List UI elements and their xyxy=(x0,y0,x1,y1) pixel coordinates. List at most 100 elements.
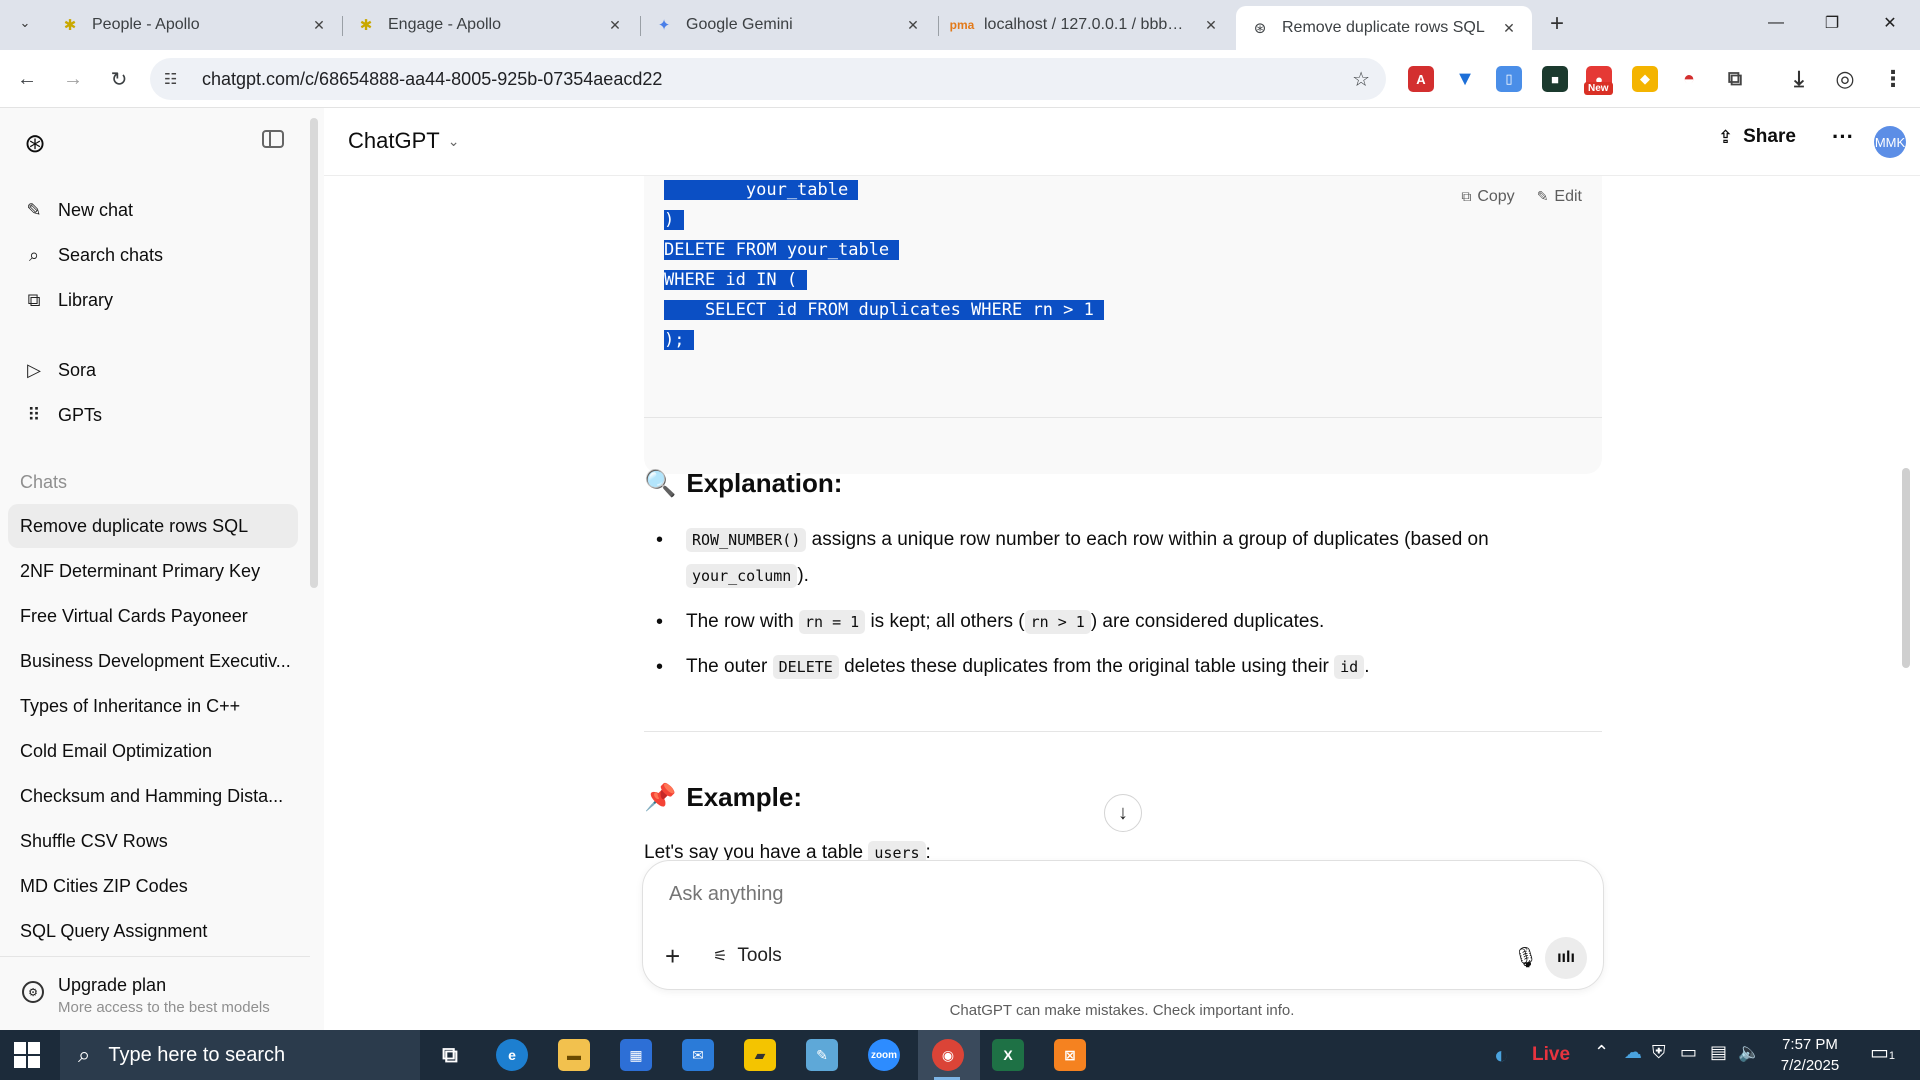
avatar[interactable]: MMK xyxy=(1874,126,1906,158)
chat-item[interactable]: Remove duplicate rows SQL xyxy=(8,504,298,548)
close-icon[interactable]: ✕ xyxy=(904,16,922,34)
zoom-icon[interactable]: zoom xyxy=(868,1039,900,1071)
chat-item[interactable]: Types of Inheritance in C++ xyxy=(8,684,298,728)
code-text: DELETE FROM your_table xyxy=(664,240,900,260)
chat-item[interactable]: Cold Email Optimization xyxy=(8,729,298,773)
windows-start-icon[interactable] xyxy=(14,1042,40,1068)
tools-button[interactable]: ⚟ Tools xyxy=(713,945,782,967)
address-bar[interactable]: ☷ chatgpt.com/c/68654888-aa44-8005-925b-… xyxy=(150,58,1386,100)
sidebar-item-library[interactable]: ⧉ Library xyxy=(8,278,298,322)
volume-icon[interactable]: 🔈 xyxy=(1738,1042,1760,1063)
security-icon[interactable]: ⛨ xyxy=(1652,1042,1666,1063)
sidebar-item-sora[interactable]: ▷ Sora xyxy=(8,348,298,392)
sidebar-item-gpts[interactable]: ⠿ GPTs xyxy=(8,393,298,437)
code-line[interactable]: DELETE FROM your_table xyxy=(664,236,900,264)
weather-icon[interactable]: ◐ xyxy=(1494,1042,1509,1070)
folder-extension-icon[interactable]: ■ xyxy=(1542,66,1568,92)
more-options-icon[interactable]: ··· xyxy=(1832,124,1854,150)
code-actions: ⧉ Copy ✎ Edit xyxy=(1461,188,1582,206)
prompt-input[interactable] xyxy=(669,883,1529,906)
tab-people-apollo[interactable]: ✱ People - Apollo ✕ xyxy=(46,6,342,44)
apollo-icon: ✱ xyxy=(359,17,373,34)
task-view-icon[interactable]: ⧉ xyxy=(434,1039,466,1071)
site-info-icon[interactable]: ☷ xyxy=(164,70,186,88)
tab-remove-duplicate-rows[interactable]: ⊛ Remove duplicate rows SQL ✕ xyxy=(1236,6,1532,50)
chat-item[interactable]: Shuffle CSV Rows xyxy=(8,819,298,863)
tab-google-gemini[interactable]: ✦ Google Gemini ✕ xyxy=(640,6,936,44)
xampp-icon[interactable]: ⊠ xyxy=(1054,1039,1086,1071)
edit-button[interactable]: ✎ Edit xyxy=(1537,188,1582,206)
back-button[interactable]: ← xyxy=(12,64,42,94)
openai-logo-icon[interactable]: ⊛ xyxy=(20,128,50,158)
code-line[interactable]: your_table xyxy=(664,176,859,204)
notifications-icon[interactable]: ▭1 xyxy=(1870,1040,1895,1065)
profile-icon[interactable]: ◎ xyxy=(1832,66,1858,92)
tab-engage-apollo[interactable]: ✱ Engage - Apollo ✕ xyxy=(342,6,638,44)
chat-item[interactable]: 2NF Determinant Primary Key xyxy=(8,549,298,593)
voice-mode-button[interactable]: ıılı xyxy=(1545,937,1587,979)
store-icon[interactable]: ▦ xyxy=(620,1039,652,1071)
sidebar-item-label: Library xyxy=(58,289,114,310)
microphone-icon[interactable]: 🎙 xyxy=(1513,945,1538,970)
chat-item[interactable]: MD Cities ZIP Codes xyxy=(8,864,298,908)
file-explorer-icon[interactable]: ▬ xyxy=(558,1039,590,1071)
new-tab-button[interactable]: + xyxy=(1543,10,1571,38)
main-scrollbar[interactable] xyxy=(1902,468,1910,668)
battery-icon[interactable]: ▭ xyxy=(1680,1042,1697,1063)
browser-menu-icon[interactable]: ⋮ xyxy=(1880,66,1906,92)
chat-item[interactable]: Checksum and Hamming Dista... xyxy=(8,774,298,818)
taskbar-search[interactable]: ⌕ Type here to search xyxy=(60,1030,420,1080)
shield-extension-icon[interactable]: ▼ xyxy=(1452,66,1478,92)
close-icon[interactable]: ✕ xyxy=(606,16,624,34)
code-line[interactable]: ); xyxy=(664,326,695,354)
reload-button[interactable]: ↻ xyxy=(104,64,134,94)
inline-code: ROW_NUMBER() xyxy=(686,528,807,552)
excel-icon[interactable]: X xyxy=(992,1039,1024,1071)
mail-icon[interactable]: ✉ xyxy=(682,1039,714,1071)
sidebar-item-search-chats[interactable]: ⌕ Search chats xyxy=(8,233,298,277)
tab-localhost[interactable]: pma localhost / 127.0.0.1 / bbb_data ✕ xyxy=(938,6,1234,44)
docs-extension-icon[interactable]: ▯ xyxy=(1496,66,1522,92)
chat-item[interactable]: Business Development Executiv... xyxy=(8,639,298,683)
pdf-extension-icon[interactable]: A xyxy=(1408,66,1434,92)
live-label[interactable]: Live xyxy=(1532,1044,1570,1066)
download-icon[interactable]: ⤓ xyxy=(1786,66,1812,92)
tab-search-button[interactable]: ⌄ xyxy=(12,10,38,36)
sidebar-item-new-chat[interactable]: ✎ New chat xyxy=(8,188,298,232)
close-icon[interactable]: ✕ xyxy=(310,16,328,34)
pokeball-extension-icon[interactable]: ◓ xyxy=(1676,66,1702,92)
network-icon[interactable]: ▤ xyxy=(1710,1042,1727,1063)
restore-button[interactable]: ❐ xyxy=(1812,8,1852,38)
plus-icon[interactable]: + xyxy=(665,941,680,972)
code-text: your_table xyxy=(664,180,859,200)
coupon-extension-icon[interactable]: ◆ xyxy=(1632,66,1658,92)
sidebar-scrollbar[interactable] xyxy=(310,118,318,588)
list-text: deletes these duplicates from the origin… xyxy=(838,656,1335,677)
chat-item[interactable]: SQL Query Assignment xyxy=(8,909,298,953)
sticky-notes-icon[interactable]: ▰ xyxy=(744,1039,776,1071)
upgrade-plan-button[interactable]: ⚙ Upgrade plan More access to the best m… xyxy=(0,956,310,1030)
minimize-button[interactable]: — xyxy=(1756,8,1796,38)
chat-item[interactable]: Free Virtual Cards Payoneer xyxy=(8,594,298,638)
notepad-icon[interactable]: ✎ xyxy=(806,1039,838,1071)
scroll-down-button[interactable]: ↓ xyxy=(1104,794,1142,832)
code-line[interactable]: SELECT id FROM duplicates WHERE rn > 1 xyxy=(664,296,1104,324)
chevron-up-icon[interactable]: ⌃ xyxy=(1594,1042,1609,1063)
bookmark-star-icon[interactable]: ☆ xyxy=(1352,67,1370,92)
list-text: ). xyxy=(797,565,809,586)
extensions-puzzle-icon[interactable]: ⧉ xyxy=(1722,66,1748,92)
window-close-button[interactable]: ✕ xyxy=(1870,8,1910,38)
model-selector[interactable]: ChatGPT ⌄ xyxy=(348,128,459,154)
code-line[interactable]: WHERE id IN ( xyxy=(664,266,808,294)
forward-button[interactable]: → xyxy=(58,64,88,94)
share-button[interactable]: ⇪ Share xyxy=(1718,126,1796,148)
onedrive-icon[interactable]: ☁ xyxy=(1624,1042,1642,1063)
chrome-icon[interactable]: ◉ xyxy=(932,1039,964,1071)
code-line[interactable]: ) xyxy=(664,206,685,234)
edge-icon[interactable]: e xyxy=(496,1039,528,1071)
sidebar-toggle-icon[interactable] xyxy=(262,130,284,148)
system-clock[interactable]: 7:57 PM 7/2/2025 xyxy=(1760,1034,1860,1076)
close-icon[interactable]: ✕ xyxy=(1500,19,1518,37)
copy-button[interactable]: ⧉ Copy xyxy=(1461,188,1514,206)
close-icon[interactable]: ✕ xyxy=(1202,16,1220,34)
